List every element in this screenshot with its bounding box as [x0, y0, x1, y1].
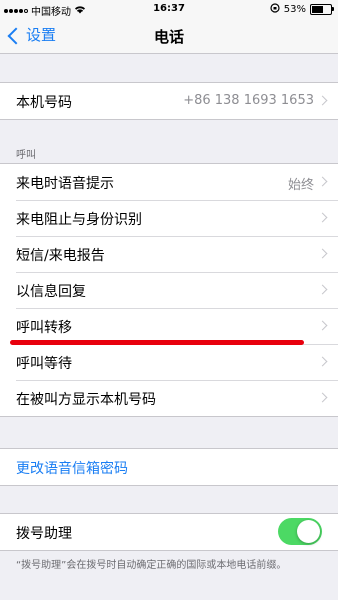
my-number-group: 本机号码 +86 138 1693 1653: [0, 82, 338, 120]
toggle-knob: [297, 520, 320, 543]
my-number-row[interactable]: 本机号码 +86 138 1693 1653: [0, 83, 338, 119]
battery-percent: 53%: [283, 4, 306, 15]
dial-assist-note: “拨号助理”会在拨号时自动确定正确的国际或本地电话前缀。: [16, 560, 287, 571]
calls-group: 来电时语音提示 始终 来电阻止与身份识别 短信/来电报告 以信息回复 呼叫转移 …: [0, 163, 338, 417]
row-label: 在被叫方显示本机号码: [16, 392, 156, 408]
row-label: 来电时语音提示: [16, 176, 114, 192]
row-sms-call-report[interactable]: 短信/来电报告: [0, 236, 338, 272]
dial-assist-label: 拨号助理: [16, 526, 72, 542]
row-label: 以信息回复: [16, 284, 86, 300]
status-right: 53%: [270, 3, 334, 16]
row-call-blocking[interactable]: 来电阻止与身份识别: [0, 200, 338, 236]
chevron-right-icon: [317, 392, 328, 403]
chevron-right-icon: [317, 95, 328, 106]
voicemail-group: 更改语音信箱密码: [0, 448, 338, 486]
chevron-right-icon: [317, 212, 328, 223]
row-label: 呼叫转移: [16, 320, 72, 336]
status-bar: 中国移动 16:37 53%: [0, 0, 338, 18]
orientation-lock-icon: [270, 3, 280, 16]
chevron-right-icon: [317, 284, 328, 295]
chevron-right-icon: [317, 248, 328, 259]
chevron-right-icon: [317, 356, 328, 367]
my-number-label: 本机号码: [16, 95, 72, 111]
chevron-right-icon: [317, 176, 328, 187]
my-number-value: +86 138 1693 1653: [183, 93, 314, 108]
row-value: 始终: [287, 178, 314, 193]
row-call-waiting[interactable]: 呼叫等待: [0, 344, 338, 380]
row-announce-calls[interactable]: 来电时语音提示 始终: [0, 164, 338, 200]
dial-assist-group: 拨号助理: [0, 513, 338, 551]
chevron-right-icon: [317, 320, 328, 331]
change-voicemail-password-link: 更改语音信箱密码: [16, 461, 128, 477]
dial-assist-toggle[interactable]: [278, 518, 322, 545]
row-label: 来电阻止与身份识别: [16, 212, 142, 228]
row-label: 呼叫等待: [16, 356, 72, 372]
page-title: 电话: [153, 28, 184, 46]
dial-assist-row: 拨号助理: [0, 514, 338, 550]
row-show-my-caller-id[interactable]: 在被叫方显示本机号码: [0, 380, 338, 416]
row-label: 短信/来电报告: [16, 248, 105, 264]
navigation-bar: 设置 电话: [0, 18, 338, 54]
annotation-underline: [10, 340, 304, 345]
section-header-calls: 呼叫: [16, 150, 36, 161]
change-voicemail-password-row[interactable]: 更改语音信箱密码: [0, 449, 338, 485]
row-call-forwarding[interactable]: 呼叫转移: [0, 308, 338, 344]
battery-icon: [310, 4, 334, 15]
row-respond-with-text[interactable]: 以信息回复: [0, 272, 338, 308]
